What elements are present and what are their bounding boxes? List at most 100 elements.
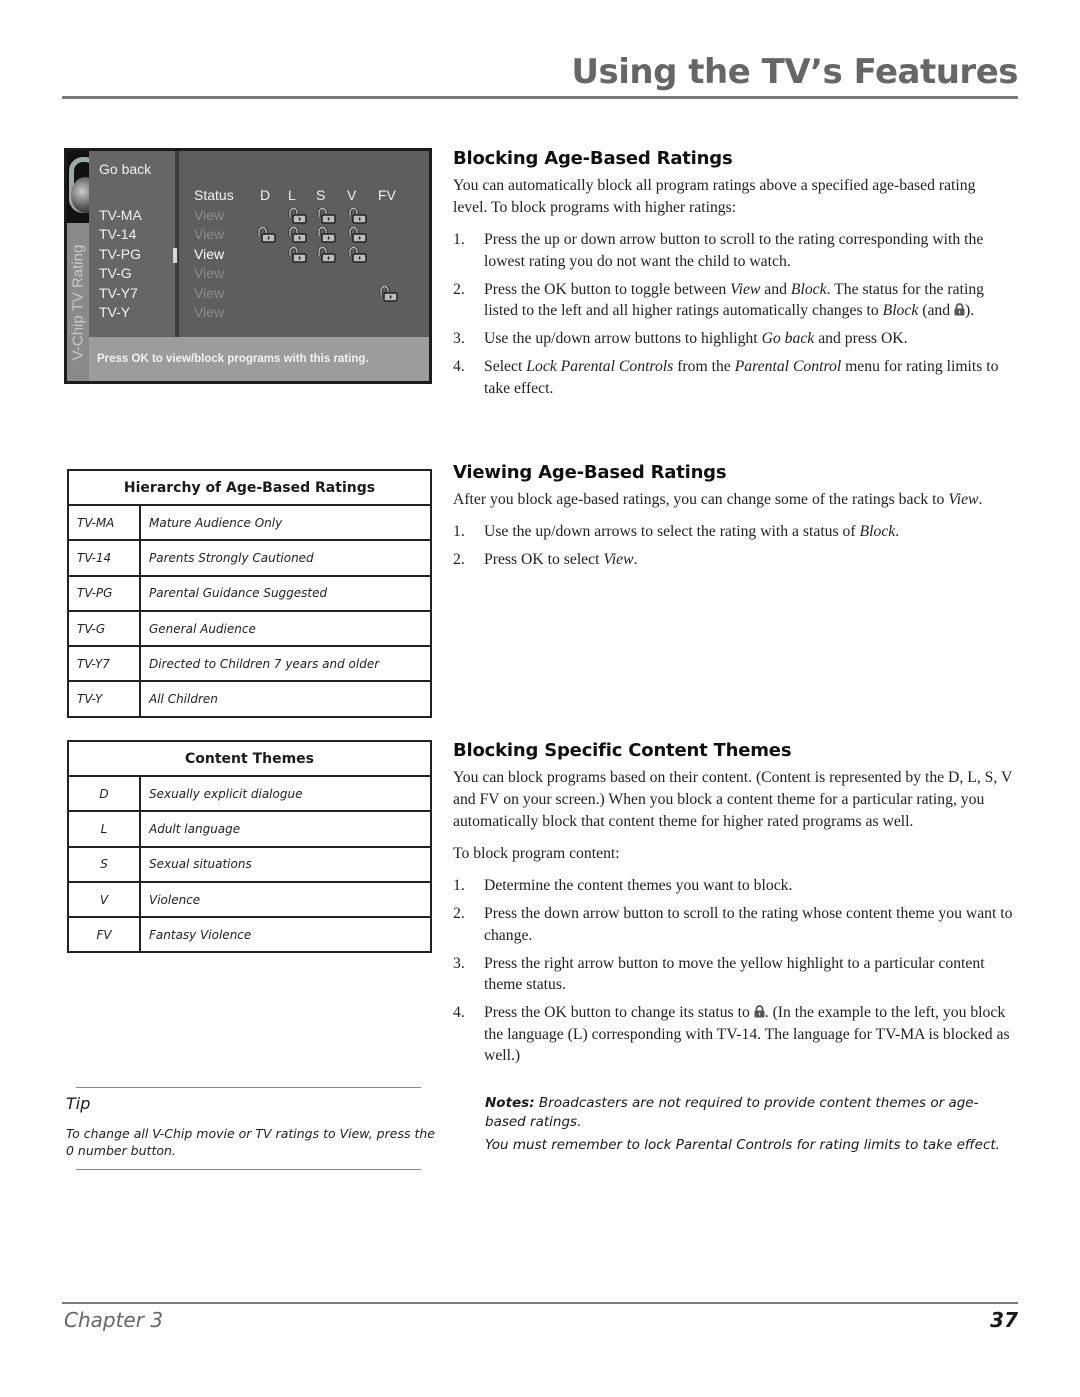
rating-description: Parents Strongly Cautioned xyxy=(139,539,432,577)
theme-row: V Violence xyxy=(67,880,432,919)
rating-status-tv-ma[interactable]: View xyxy=(194,207,224,223)
step-item: 2. Press the down arrow button to scroll … xyxy=(453,905,1013,944)
tv-menu-vertical-title: V-Chip TV Rating xyxy=(69,244,87,360)
themes-table-title: Content Themes xyxy=(67,740,432,777)
rating-status-tv-y7[interactable]: View xyxy=(194,285,224,301)
emphasis-term: Block xyxy=(790,280,827,298)
step-number: 2. xyxy=(453,280,465,298)
unlocked-padlock-icon[interactable] xyxy=(316,245,336,263)
step-item: 3. Use the up/down arrow buttons to highl… xyxy=(453,328,1013,350)
steps-list: 1. Press the up or down arrow button to s… xyxy=(453,229,1013,399)
rating-status-tv-g[interactable]: View xyxy=(194,265,224,281)
hierarchy-row: TV-Y All Children xyxy=(67,680,432,718)
rating-code: D xyxy=(67,774,141,813)
selection-cursor xyxy=(173,247,177,263)
rating-description: Directed to Children 7 years and older xyxy=(139,645,432,683)
locked-padlock-icon xyxy=(954,301,965,316)
step-number: 1. xyxy=(453,877,465,894)
unlocked-padlock-icon[interactable] xyxy=(316,207,336,224)
column-header-d: D xyxy=(260,187,271,203)
unlocked-padlock-icon[interactable] xyxy=(347,245,367,263)
section-blocking-content-themes: Blocking Specific Content Themes You can… xyxy=(453,740,1013,1073)
rating-status-tv-y[interactable]: View xyxy=(194,304,224,320)
page-title: Using the TV’s Features xyxy=(571,52,1018,92)
tip-bottom-divider xyxy=(76,1169,421,1170)
step-number: 4. xyxy=(453,1004,465,1021)
emphasis-term: Block xyxy=(859,523,896,540)
rating-item-tv-y7[interactable]: TV-Y7 xyxy=(99,285,138,301)
rating-description: Mature Audience Only xyxy=(139,503,432,542)
hierarchy-row: TV-G General Audience xyxy=(67,609,432,648)
chapter-label: Chapter 3 xyxy=(64,1308,164,1332)
step-item: 1. Use the up/down arrows to select the r… xyxy=(453,521,1013,543)
vchip-tv-rating-screen: V-Chip TV Rating Go back Status D L S V FV TV… xyxy=(64,148,432,384)
header-divider xyxy=(62,96,1018,99)
hierarchy-ratings-table: Hierarchy of Age-Based Ratings TV-MA Matu… xyxy=(67,469,432,718)
unlocked-padlock-icon[interactable] xyxy=(378,284,398,302)
rating-code: TV-G xyxy=(67,609,141,648)
step-number: 3. xyxy=(453,954,465,972)
rating-item-tv-y[interactable]: TV-Y xyxy=(99,304,130,320)
step-number: 2. xyxy=(453,905,465,922)
section-heading: Viewing Age-Based Ratings xyxy=(453,462,727,483)
rating-description: Parental Guidance Suggested xyxy=(139,574,432,612)
step-item: 2. Press the OK button to toggle between … xyxy=(453,280,985,320)
section-lead: To block program content: xyxy=(453,845,620,862)
emphasis-term: Parental Control xyxy=(734,358,842,375)
rating-item-tv-g[interactable]: TV-G xyxy=(99,265,132,281)
unlocked-padlock-icon[interactable] xyxy=(256,226,276,244)
page-number: 37 xyxy=(990,1308,1018,1332)
tv-help-footer: Press OK to view/block programs with thi… xyxy=(89,337,429,381)
rating-item-tv-ma[interactable]: TV-MA xyxy=(99,207,142,223)
unlocked-padlock-icon[interactable] xyxy=(347,207,367,224)
locked-padlock-icon xyxy=(754,1003,765,1018)
status-column-header: Status xyxy=(194,187,234,203)
note-1: Notes: Broadcasters are not required to … xyxy=(485,1095,979,1130)
step-item: 3. Press the right arrow button to move t… xyxy=(453,954,985,994)
note-2: You must remember to lock Parental Contr… xyxy=(485,1137,1000,1153)
step-item: 1. Press the up or down arrow button to s… xyxy=(453,231,984,270)
rating-item-tv-14[interactable]: TV-14 xyxy=(99,226,136,242)
notes-block: Notes: Broadcasters are not required to … xyxy=(485,1094,1015,1159)
rating-item-tv-pg[interactable]: TV-PG xyxy=(99,246,141,262)
rating-description: Sexual situations xyxy=(139,845,432,883)
go-back-item[interactable]: Go back xyxy=(99,161,151,177)
unlocked-padlock-icon[interactable] xyxy=(287,207,307,224)
tip-body: To change all V-Chip movie or TV ratings… xyxy=(66,1126,435,1158)
theme-row: D Sexually explicit dialogue xyxy=(67,774,432,813)
step-number: 2. xyxy=(453,551,465,568)
rating-description: General Audience xyxy=(139,609,432,648)
rating-description: Adult language xyxy=(139,810,432,848)
content-themes-table: Content Themes D Sexually explicit dialog… xyxy=(67,740,432,954)
column-header-l: L xyxy=(288,187,296,203)
rating-status-tv-14[interactable]: View xyxy=(194,226,224,242)
section-intro: After you block age-based ratings, you c… xyxy=(453,491,983,508)
step-number: 1. xyxy=(453,523,465,540)
section-heading: Blocking Specific Content Themes xyxy=(453,740,792,761)
rating-code: V xyxy=(67,880,141,919)
section-blocking-age-ratings: Blocking Age-Based Ratings You can autom… xyxy=(453,148,1013,406)
rating-code: TV-Y xyxy=(67,680,141,718)
unlocked-padlock-icon[interactable] xyxy=(287,245,307,263)
unlocked-padlock-icon[interactable] xyxy=(287,226,307,244)
footer-divider xyxy=(62,1302,1018,1304)
rating-code: TV-14 xyxy=(67,539,141,577)
emphasis-term: Go back xyxy=(761,330,815,347)
step-number: 3. xyxy=(453,330,465,347)
section-intro: You can block programs based on their co… xyxy=(453,769,1012,830)
emphasis-term: Block xyxy=(882,302,919,319)
rating-code: TV-Y7 xyxy=(67,645,141,683)
unlocked-padlock-icon[interactable] xyxy=(316,226,336,244)
rating-description: All Children xyxy=(139,680,432,718)
rating-status-tv-pg[interactable]: View xyxy=(194,246,224,262)
step-item: 2. Press OK to select View. xyxy=(453,549,1013,571)
emphasis-term: View xyxy=(730,280,761,298)
step-item: 4. Press the OK button to change its stat… xyxy=(453,1003,1010,1064)
steps-list: 1. Use the up/down arrows to select the r… xyxy=(453,521,1013,571)
steps-list: 1. Determine the content themes you want … xyxy=(453,875,1013,1067)
padlock-graphic-icon xyxy=(67,151,89,223)
unlocked-padlock-icon[interactable] xyxy=(347,226,367,244)
section-viewing-age-ratings: Viewing Age-Based Ratings After you bloc… xyxy=(453,462,1013,577)
section-heading: Blocking Age-Based Ratings xyxy=(453,148,733,169)
hierarchy-table-title: Hierarchy of Age-Based Ratings xyxy=(67,469,432,506)
